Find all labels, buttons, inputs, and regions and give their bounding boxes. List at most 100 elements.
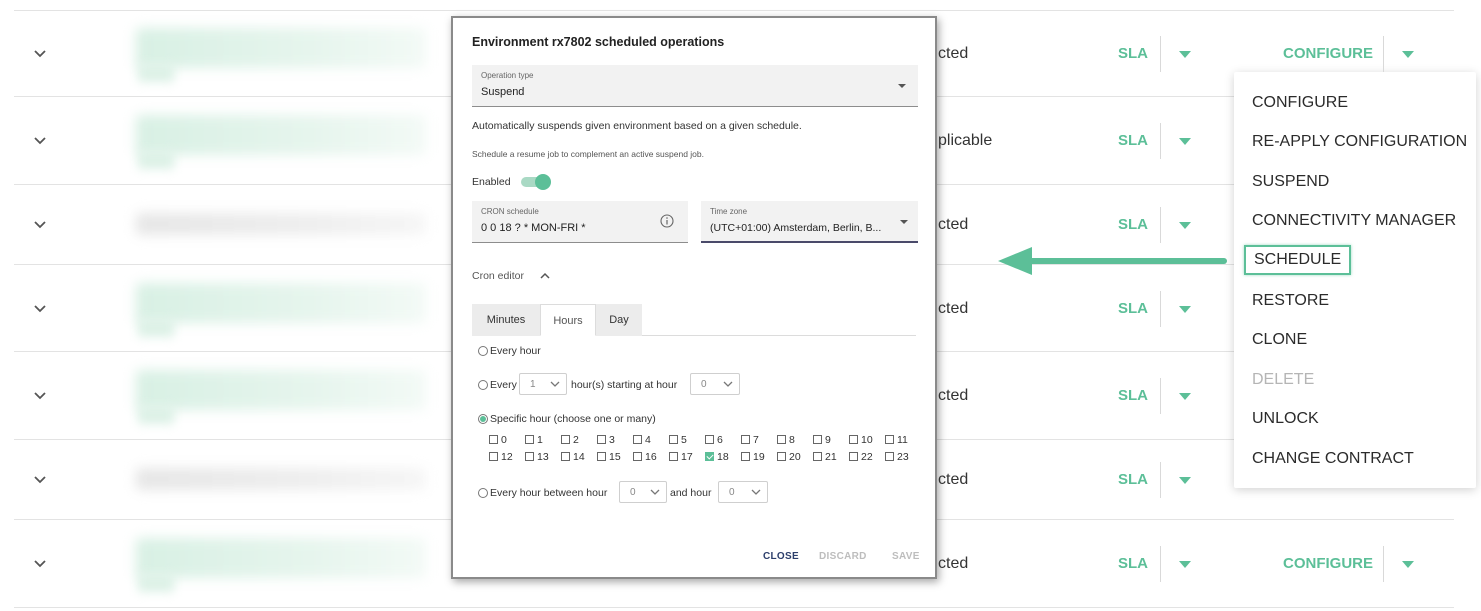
hour-checkbox-item[interactable]: 20 [777, 451, 801, 463]
menu-item-schedule[interactable]: SCHEDULE [1244, 245, 1352, 275]
chevron-down-icon[interactable] [33, 473, 47, 487]
sla-button[interactable]: SLA [1118, 45, 1148, 62]
chevron-down-icon[interactable] [33, 134, 47, 148]
hour-checkbox[interactable] [597, 435, 606, 444]
chevron-down-icon[interactable] [33, 389, 47, 403]
sla-button[interactable]: SLA [1118, 555, 1148, 572]
sla-caret-down-icon[interactable] [1179, 561, 1191, 568]
hour-checkbox-item[interactable]: 5 [669, 434, 687, 446]
chevron-down-icon[interactable] [33, 218, 47, 232]
hour-checkbox-item[interactable]: 11 [885, 434, 908, 446]
hour-checkbox-item[interactable]: 8 [777, 434, 795, 446]
hour-checkbox[interactable] [849, 452, 858, 461]
hour-checkbox[interactable] [741, 452, 750, 461]
hour-checkbox-item[interactable]: 1 [525, 434, 543, 446]
tab-minutes[interactable]: Minutes [472, 304, 540, 336]
discard-button[interactable]: DISCARD [819, 551, 867, 562]
enabled-toggle[interactable] [521, 174, 551, 190]
hour-checkbox[interactable] [669, 435, 678, 444]
hour-checkbox-item[interactable]: 2 [561, 434, 579, 446]
specific-hour-radio[interactable] [478, 414, 488, 424]
hour-checkbox[interactable] [777, 435, 786, 444]
sla-caret-down-icon[interactable] [1179, 138, 1191, 145]
hour-checkbox-item[interactable]: 9 [813, 434, 831, 446]
every-hour-radio[interactable] [478, 346, 488, 356]
sla-button[interactable]: SLA [1118, 471, 1148, 488]
hour-checkbox[interactable] [561, 452, 570, 461]
hour-checkbox[interactable] [561, 435, 570, 444]
hour-checkbox-item[interactable]: 14 [561, 451, 585, 463]
chevron-down-icon[interactable] [33, 47, 47, 61]
hour-checkbox-item[interactable]: 13 [525, 451, 549, 463]
hour-checkbox[interactable] [597, 452, 606, 461]
menu-item-unlock[interactable]: UNLOCK [1252, 410, 1319, 428]
configure-button[interactable]: CONFIGURE [1283, 555, 1373, 572]
hour-checkbox-item[interactable]: 16 [633, 451, 657, 463]
between-hours-radio[interactable] [478, 488, 488, 498]
hour-checkbox-item[interactable]: 18 [705, 451, 729, 463]
hour-checkbox[interactable] [885, 435, 894, 444]
hour-checkbox-item[interactable]: 22 [849, 451, 873, 463]
hour-checkbox[interactable] [633, 452, 642, 461]
between-from-select[interactable]: 0 [619, 481, 667, 503]
hour-checkbox-item[interactable]: 10 [849, 434, 873, 446]
sla-button[interactable]: SLA [1118, 132, 1148, 149]
hour-checkbox-item[interactable]: 7 [741, 434, 759, 446]
hour-checkbox[interactable] [741, 435, 750, 444]
close-button[interactable]: CLOSE [763, 551, 799, 562]
save-button[interactable]: SAVE [892, 551, 920, 562]
hour-checkbox-item[interactable]: 17 [669, 451, 693, 463]
hour-checkbox-item[interactable]: 6 [705, 434, 723, 446]
configure-caret-down-icon[interactable] [1402, 50, 1414, 58]
menu-item-suspend[interactable]: SUSPEND [1252, 173, 1329, 191]
cron-editor-toggle[interactable]: Cron editor [472, 270, 524, 282]
menu-item-configure[interactable]: CONFIGURE [1252, 94, 1348, 112]
chevron-up-icon[interactable] [539, 271, 551, 279]
hour-checkbox-item[interactable]: 23 [885, 451, 909, 463]
hour-checkbox-item[interactable]: 21 [813, 451, 837, 463]
menu-item-change-contract[interactable]: CHANGE CONTRACT [1252, 450, 1414, 468]
chevron-down-icon[interactable] [33, 557, 47, 571]
configure-caret-down-icon[interactable] [1402, 561, 1414, 568]
every-n-hours-radio[interactable] [478, 380, 488, 390]
hour-checkbox-item[interactable]: 0 [489, 434, 507, 446]
configure-button[interactable]: CONFIGURE [1283, 45, 1373, 62]
hour-checkbox-item[interactable]: 15 [597, 451, 621, 463]
info-icon[interactable] [660, 214, 674, 228]
sla-caret-down-icon[interactable] [1179, 305, 1191, 313]
hour-checkbox-item[interactable]: 19 [741, 451, 765, 463]
menu-item-connectivity-manager[interactable]: CONNECTIVITY MANAGER [1252, 212, 1456, 230]
cron-schedule-field[interactable]: CRON schedule 0 0 18 ? * MON-FRI * [472, 201, 688, 243]
hour-checkbox-item[interactable]: 4 [633, 434, 651, 446]
sla-button[interactable]: SLA [1118, 300, 1148, 317]
hour-checkbox[interactable] [669, 452, 678, 461]
hour-checkbox[interactable] [489, 452, 498, 461]
hour-checkbox[interactable] [813, 452, 822, 461]
operation-type-select[interactable]: Operation type Suspend [472, 65, 918, 107]
hour-checkbox[interactable] [633, 435, 642, 444]
hour-checkbox[interactable] [777, 452, 786, 461]
hour-checkbox[interactable] [525, 452, 534, 461]
time-zone-select[interactable]: Time zone (UTC+01:00) Amsterdam, Berlin,… [701, 201, 918, 243]
tab-hours[interactable]: Hours [540, 304, 596, 336]
hour-checkbox[interactable] [849, 435, 858, 444]
hour-checkbox[interactable] [813, 435, 822, 444]
sla-button[interactable]: SLA [1118, 216, 1148, 233]
sla-button[interactable]: SLA [1118, 387, 1148, 404]
sla-caret-down-icon[interactable] [1179, 50, 1191, 58]
hour-checkbox[interactable] [525, 435, 534, 444]
sla-caret-down-icon[interactable] [1179, 222, 1191, 229]
starting-hour-select[interactable]: 0 [690, 373, 740, 395]
menu-item-clone[interactable]: CLONE [1252, 331, 1307, 349]
hour-checkbox-item[interactable]: 3 [597, 434, 615, 446]
sla-caret-down-icon[interactable] [1179, 477, 1191, 484]
menu-item-restore[interactable]: RESTORE [1252, 292, 1329, 310]
hour-checkbox[interactable] [489, 435, 498, 444]
chevron-down-icon[interactable] [33, 302, 47, 316]
between-to-select[interactable]: 0 [718, 481, 768, 503]
every-n-hours-select[interactable]: 1 [519, 373, 567, 395]
hour-checkbox[interactable] [885, 452, 894, 461]
tab-day[interactable]: Day [596, 304, 642, 336]
hour-checkbox[interactable] [705, 452, 714, 461]
hour-checkbox[interactable] [705, 435, 714, 444]
